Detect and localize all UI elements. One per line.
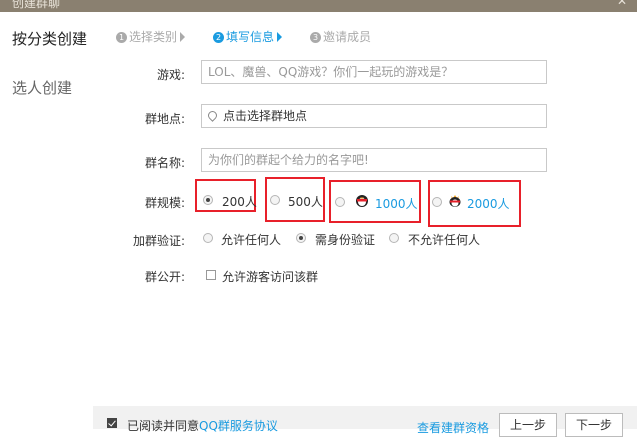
step-number: 3 bbox=[310, 32, 321, 43]
arrow-right-icon bbox=[277, 32, 283, 42]
prev-button[interactable]: 上一步 bbox=[499, 413, 557, 437]
step-select-category: 1 选择类别 bbox=[116, 28, 186, 45]
view-qualification-link[interactable]: 查看建群资格 bbox=[417, 419, 489, 436]
size-radio-200[interactable] bbox=[203, 195, 213, 205]
join-verify-label: 加群验证: bbox=[132, 234, 185, 248]
window-title: 创建群聊 bbox=[12, 0, 61, 10]
sidebar: 按分类创建 选人创建 bbox=[0, 12, 105, 429]
size-radio-500[interactable] bbox=[270, 195, 280, 205]
size-option-500[interactable]: 500人 bbox=[288, 193, 323, 210]
agree-text: 已阅读并同意QQ群服务协议 bbox=[127, 417, 278, 434]
step-invite-members: 3 邀请成员 bbox=[310, 28, 371, 45]
agree-prefix: 已阅读并同意 bbox=[127, 419, 200, 433]
location-value: 点击选择群地点 bbox=[223, 109, 308, 123]
allow-guest-label[interactable]: 允许游客访问该群 bbox=[222, 268, 318, 285]
sidebar-item-by-category[interactable]: 按分类创建 bbox=[12, 28, 87, 49]
size-option-1000[interactable]: 1000人 bbox=[375, 195, 418, 212]
sidebar-item-by-people[interactable]: 选人创建 bbox=[12, 77, 72, 98]
step-fill-info: 2 填写信息 bbox=[213, 28, 283, 45]
step-label: 选择类别 bbox=[129, 30, 178, 44]
allow-guest-checkbox[interactable] bbox=[206, 270, 216, 280]
footer-bar: 已阅读并同意QQ群服务协议 查看建群资格 上一步 下一步 bbox=[93, 406, 637, 437]
group-public-label: 群公开: bbox=[144, 270, 185, 284]
size-option-2000[interactable]: 2000人 bbox=[467, 195, 510, 212]
size-radio-2000[interactable] bbox=[432, 197, 442, 207]
group-name-input[interactable]: 为你们的群起个给力的名字吧! bbox=[201, 148, 547, 172]
window-titlebar: 创建群聊 ✕ bbox=[0, 0, 637, 12]
svip-penguin-icon bbox=[449, 195, 461, 207]
verify-radio-anyone[interactable] bbox=[203, 233, 213, 243]
step-number: 1 bbox=[116, 32, 127, 43]
verify-radio-nobody[interactable] bbox=[389, 233, 399, 243]
verify-option-anyone[interactable]: 允许任何人 bbox=[221, 231, 281, 248]
size-option-200[interactable]: 200人 bbox=[222, 193, 257, 210]
verify-option-nobody[interactable]: 不允许任何人 bbox=[408, 231, 480, 248]
group-name-label: 群名称: bbox=[144, 156, 185, 170]
close-icon[interactable]: ✕ bbox=[617, 0, 627, 8]
size-radio-1000[interactable] bbox=[335, 197, 345, 207]
step-label: 填写信息 bbox=[226, 30, 275, 44]
game-input[interactable]: LOL、魔兽、QQ游戏？你们一起玩的游戏是？ bbox=[201, 60, 547, 84]
arrow-right-icon bbox=[180, 32, 186, 42]
next-button[interactable]: 下一步 bbox=[565, 413, 623, 437]
verify-radio-identity[interactable] bbox=[296, 233, 306, 243]
location-picker[interactable]: 点击选择群地点 bbox=[201, 104, 547, 128]
location-pin-icon bbox=[206, 109, 219, 122]
game-label: 游戏: bbox=[156, 68, 185, 82]
step-number: 2 bbox=[213, 32, 224, 43]
agree-checkbox[interactable] bbox=[107, 418, 117, 428]
service-agreement-link[interactable]: QQ群服务协议 bbox=[199, 419, 278, 433]
group-size-label: 群规模: bbox=[144, 196, 185, 210]
step-label: 邀请成员 bbox=[323, 30, 372, 44]
verify-option-identity[interactable]: 需身份验证 bbox=[315, 231, 375, 248]
vip-penguin-icon bbox=[356, 195, 368, 207]
location-label: 群地点: bbox=[144, 112, 185, 126]
